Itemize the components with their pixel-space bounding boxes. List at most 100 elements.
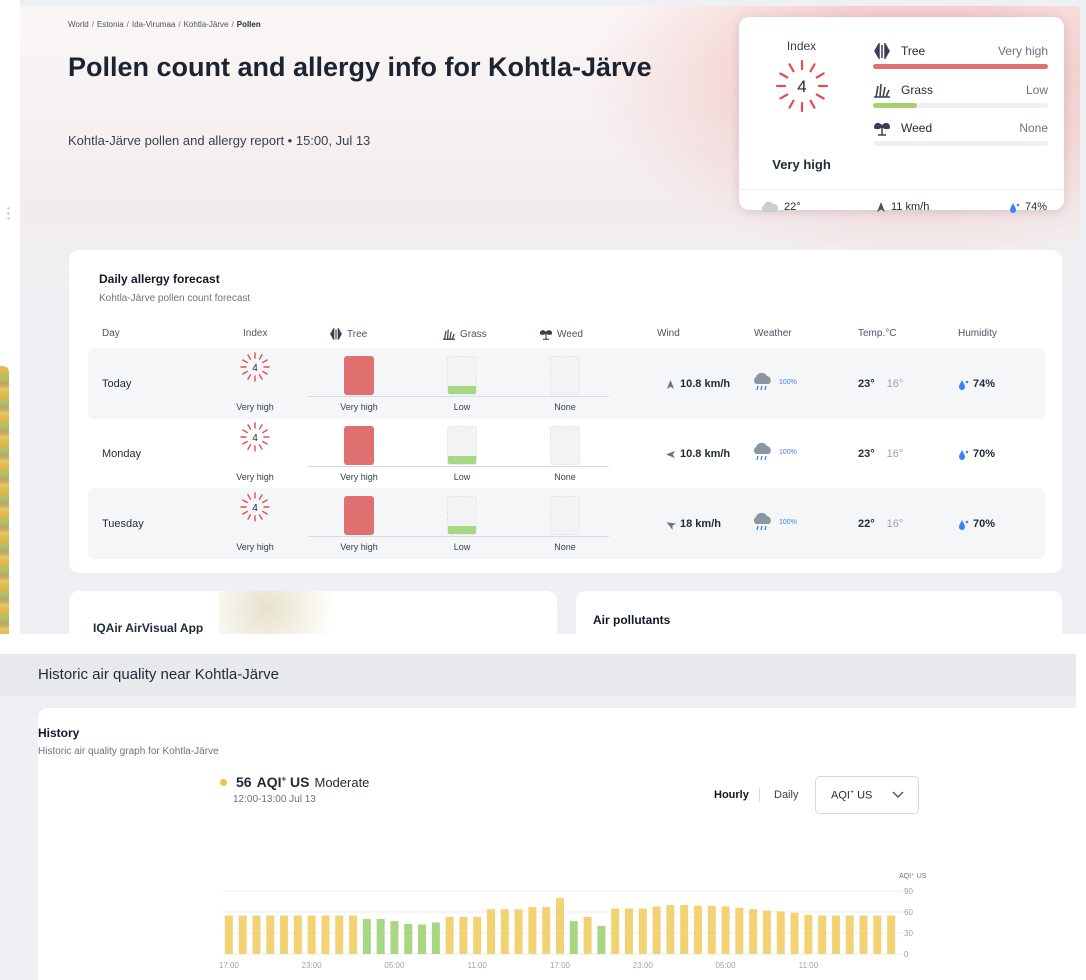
humidity-value: 74% [1025, 201, 1048, 213]
index-dial-icon: 4 [240, 352, 270, 382]
y-tick-label: 0 [904, 950, 909, 959]
dial-tick [258, 374, 263, 380]
forecast-wind: 18 km/h [666, 518, 721, 530]
dial-tick [788, 99, 795, 109]
aqi-bar [528, 907, 537, 954]
bar-baseline [308, 466, 609, 467]
forecast-index-level: Very high [236, 542, 274, 552]
breadcrumb-estonia[interactable]: Estonia [97, 20, 124, 29]
dial-tick [815, 72, 825, 79]
aqi-bar [707, 905, 716, 954]
aqi-bar [873, 915, 882, 954]
pollen-page: World / Estonia / Ida-Virumaa / Kohtla-J… [0, 0, 1086, 634]
dial-tick [242, 440, 248, 445]
forecast-humidity: 70% [958, 448, 995, 460]
pollen-row-tree: Tree Very high [873, 43, 1048, 74]
forecast-precip: 100% [779, 448, 797, 456]
pollen-index-card: Index 4 Very high Tree Very high Grass L… [739, 17, 1064, 213]
aqi-bar [735, 907, 744, 954]
forecast-weather: 100% [750, 442, 797, 462]
forecast-row: Monday 4 Very high Very high Low None 10.8 km/… [88, 418, 1045, 489]
breadcrumb-separator: / [91, 20, 94, 29]
dial-tick [262, 359, 268, 364]
index-dial-icon: 4 [240, 422, 270, 452]
x-tick-label: 23:00 [302, 961, 323, 970]
app-promo-card[interactable]: IQAir AirVisual App [69, 591, 557, 634]
forecast-wind: 10.8 km/h [666, 448, 730, 460]
forecast-index-level: Very high [236, 472, 274, 482]
forecast-temp-high: 23° [858, 448, 875, 460]
forecast-row: Today 4 Very high Very high Low None 10.8 km/h… [88, 348, 1045, 419]
forecast-temp: 23° 16° [858, 378, 903, 390]
index-value: 4 [797, 77, 806, 96]
forecast-grass-level: Low [453, 542, 471, 552]
pollen-name: Weed [901, 121, 933, 135]
forecast-wind: 10.8 km/h [666, 378, 730, 390]
header-tree-label: Tree [347, 328, 368, 340]
aqi-bar [624, 908, 633, 954]
forecast-weather: 100% [750, 512, 797, 532]
aqi-bar [859, 915, 868, 954]
aqi-bar [224, 915, 233, 954]
aqi-bar [293, 915, 302, 954]
grass-icon [874, 83, 890, 98]
aqi-bar [542, 907, 551, 954]
air-pollutants-card: Air pollutants [576, 591, 1062, 634]
forecast-grass-level: Low [453, 472, 471, 482]
wind-direction-icon [666, 379, 675, 389]
aqi-bar [418, 924, 427, 954]
weed-icon [874, 122, 890, 136]
forecast-wind-value: 10.8 km/h [680, 378, 731, 390]
aqi-bar [776, 911, 785, 954]
dial-tick [815, 93, 825, 100]
breadcrumb-kohtla-jarve[interactable]: Kohtla-Järve [184, 20, 229, 29]
aqi-bar [252, 915, 261, 954]
bar-baseline [308, 396, 609, 397]
breadcrumb-separator: / [178, 20, 181, 29]
wind-item: 11 km/h [876, 201, 929, 213]
pollen-value: Low [1025, 83, 1048, 97]
dial-tick [788, 63, 795, 73]
forecast-row: Tuesday 4 Very high Very high Low None 18 km/h… [88, 488, 1045, 559]
drag-handle[interactable] [7, 206, 10, 220]
aqi-bar [266, 915, 275, 954]
index-dial-icon: 4 [775, 59, 829, 113]
x-tick-label: 11:00 [468, 961, 488, 970]
wind-direction-icon [666, 521, 677, 530]
history-section-header: Historic air quality near Kohtla-Järve [0, 654, 1076, 696]
dial-tick [242, 499, 248, 504]
dial-tick [809, 99, 816, 109]
breadcrumb-current: Pollen [236, 20, 261, 29]
forecast-weed-level: None [554, 402, 576, 412]
aqi-bar [238, 915, 247, 954]
wind-direction-icon [877, 202, 885, 212]
forecast-weed-level: None [554, 472, 576, 482]
y-tick-label: 30 [904, 929, 913, 938]
history-section-title: Historic air quality near Kohtla-Järve [38, 666, 279, 683]
aqi-bar [749, 909, 758, 954]
dial-tick [258, 354, 263, 360]
tree-icon [330, 328, 342, 340]
forecast-weather: 100% [750, 372, 797, 392]
forecast-humidity-value: 70% [973, 518, 996, 530]
aqi-bar [362, 919, 371, 954]
forecast-wind-value: 18 km/h [680, 518, 721, 530]
x-tick-label: 05:00 [384, 961, 405, 970]
forecast-day: Monday [102, 448, 142, 460]
aqi-bar [721, 906, 730, 954]
x-tick-label: 11:00 [799, 961, 819, 970]
dial-tick [262, 499, 268, 504]
pollen-level-bar [873, 141, 1048, 146]
x-tick-label: 17:00 [219, 961, 240, 970]
dial-tick [779, 72, 789, 79]
pollen-row-grass: Grass Low [873, 83, 1048, 113]
forecast-index-value: 4 [252, 503, 258, 514]
breadcrumb-ida-virumaa[interactable]: Ida-Virumaa [132, 20, 175, 29]
header-temp: Temp.°C [858, 328, 897, 339]
dial-tick [258, 444, 263, 450]
pollen-value: None [1019, 121, 1048, 135]
wind-direction-icon [666, 450, 675, 458]
aqi-bar [390, 921, 399, 954]
breadcrumb-world[interactable]: World [68, 20, 89, 29]
wind-value: 11 km/h [891, 201, 930, 213]
